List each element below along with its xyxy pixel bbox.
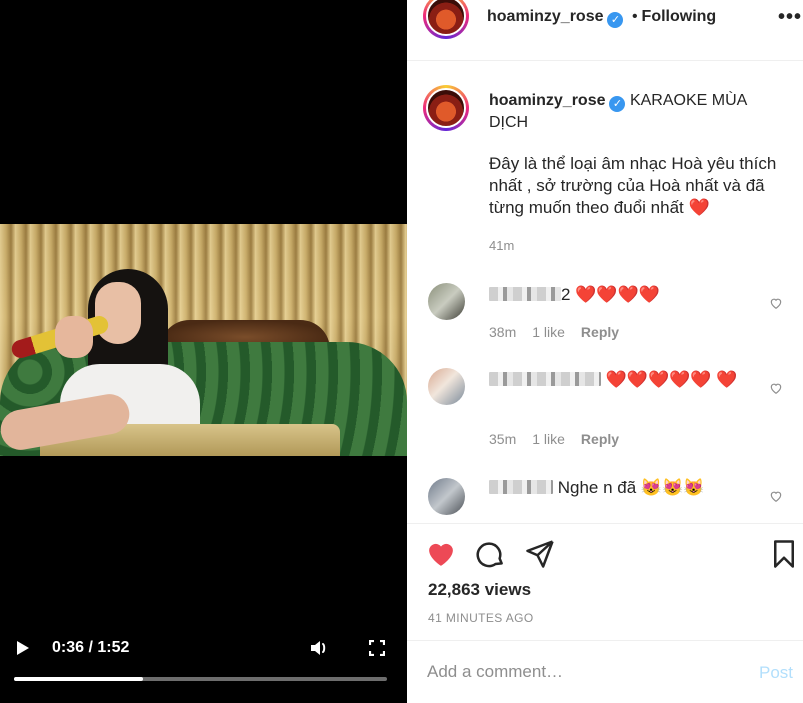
video-controls: 0:36 / 1:52 xyxy=(0,628,407,703)
bookmark-icon[interactable] xyxy=(769,539,799,569)
view-count[interactable]: 22,863 views xyxy=(428,580,531,600)
post-timestamp: 41 MINUTES AGO xyxy=(428,611,534,625)
author-avatar-image xyxy=(426,0,466,36)
heart-icon[interactable] xyxy=(426,539,456,569)
reply-button[interactable]: Reply xyxy=(581,324,619,340)
caption-avatar-image xyxy=(426,88,466,128)
comment-likes[interactable]: 1 like xyxy=(532,324,565,340)
comment-icon[interactable] xyxy=(476,539,506,569)
post-header: hoaminzy_rose ✓ • Following ••• xyxy=(407,0,803,61)
commenter-avatar[interactable] xyxy=(428,478,465,515)
comment-body: ❤️❤️❤️❤️ xyxy=(575,285,660,304)
fullscreen-icon[interactable] xyxy=(369,640,385,656)
header-separator: • xyxy=(631,8,638,25)
singer-face xyxy=(95,282,141,344)
commenter-name-blurred[interactable] xyxy=(489,480,553,494)
caption-body-text: Đây là thể loại âm nhạc Hoà yêu thích nh… xyxy=(489,154,777,217)
caption-body: Đây là thể loại âm nhạc Hoà yêu thích nh… xyxy=(489,153,784,219)
comment-text: 2 ❤️❤️❤️❤️ xyxy=(489,283,759,307)
caption-heart-emoji: ❤️ xyxy=(688,198,710,217)
video-player[interactable]: 0:36 / 1:52 xyxy=(0,0,407,703)
video-frame[interactable] xyxy=(0,224,407,456)
comment-body: ❤️❤️❤️❤️❤️ ❤️ xyxy=(605,370,738,389)
comment-meta: 38m 1 like Reply xyxy=(489,324,635,340)
play-icon[interactable] xyxy=(17,641,29,655)
comment-time: 35m xyxy=(489,431,517,447)
header-username[interactable]: hoaminzy_rose xyxy=(487,8,603,25)
header-author-line: hoaminzy_rose ✓ • Following xyxy=(487,8,716,28)
comment-meta: 35m 1 like Reply xyxy=(489,431,635,447)
caption-username[interactable]: hoaminzy_rose xyxy=(489,92,605,109)
video-time: 0:36 / 1:52 xyxy=(52,639,130,656)
post-sidebar: hoaminzy_rose ✓ • Following ••• hoaminzy_r… xyxy=(407,0,803,703)
commenter-avatar[interactable] xyxy=(428,368,465,405)
video-progress-fill xyxy=(14,677,143,681)
verified-icon: ✓ xyxy=(607,12,624,28)
following-button[interactable]: Following xyxy=(642,8,717,25)
video-progress-bar[interactable] xyxy=(14,677,387,681)
comment-item: Nghe n đã 😻😻😻 xyxy=(407,476,803,522)
post-actions: 22,863 views 41 MINUTES AGO xyxy=(407,523,803,640)
comment-text: ❤️❤️❤️❤️❤️ ❤️ xyxy=(489,368,744,392)
comment-heart-icon[interactable] xyxy=(769,489,783,503)
comment-body: Nghe n đã 😻😻😻 xyxy=(557,478,705,497)
verified-icon: ✓ xyxy=(609,96,626,112)
caption-time: 41m xyxy=(489,238,515,253)
commenter-name-suffix: 2 xyxy=(561,285,571,304)
volume-icon[interactable] xyxy=(309,638,331,658)
comment-likes[interactable]: 1 like xyxy=(532,431,565,447)
comment-input[interactable] xyxy=(427,659,747,685)
commenter-name-blurred[interactable] xyxy=(489,372,601,386)
comment-time: 38m xyxy=(489,324,517,340)
caption-headline: hoaminzy_rose ✓ KARAOKE MÙA DỊCH xyxy=(489,90,779,134)
singer-hand xyxy=(55,316,93,358)
reply-button[interactable]: Reply xyxy=(581,431,619,447)
comment-heart-icon[interactable] xyxy=(769,296,783,310)
comment-heart-icon[interactable] xyxy=(769,381,783,395)
add-comment-bar: Post xyxy=(407,640,803,703)
more-icon[interactable]: ••• xyxy=(778,6,802,29)
comment-text: Nghe n đã 😻😻😻 xyxy=(489,476,759,500)
share-icon[interactable] xyxy=(525,539,555,569)
caption-avatar[interactable] xyxy=(423,85,469,131)
author-avatar[interactable] xyxy=(423,0,469,39)
post-comment-button[interactable]: Post xyxy=(759,663,793,683)
commenter-name-blurred[interactable] xyxy=(489,287,561,301)
commenter-avatar[interactable] xyxy=(428,283,465,320)
